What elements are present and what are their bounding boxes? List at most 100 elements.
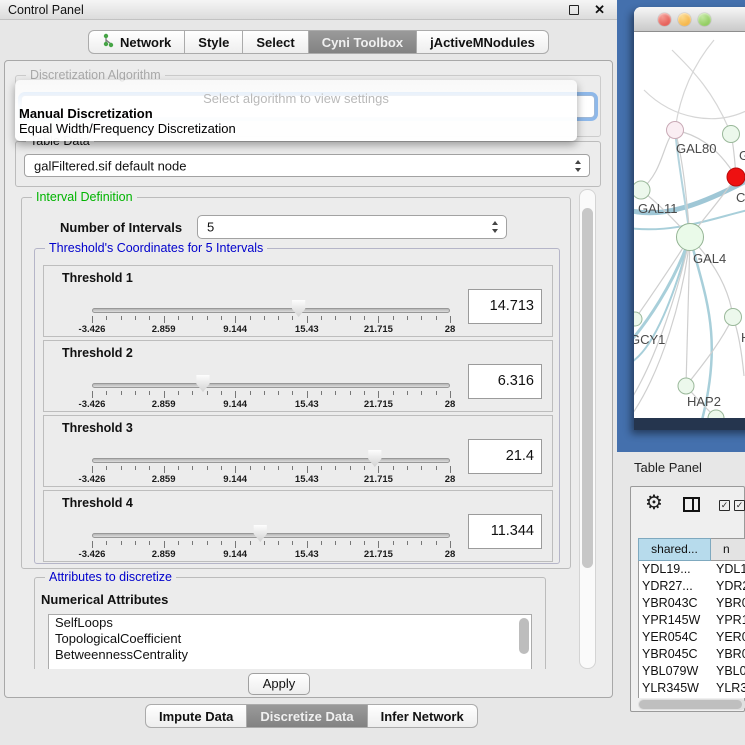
threshold-slider-track[interactable] [92,458,450,463]
table-row[interactable]: YDR27...YDR2 [639,578,745,595]
network-node[interactable] [727,168,745,186]
network-node[interactable] [677,224,704,251]
slider-tick-label: -3.426 [65,324,119,335]
attribute-item-betweennesscentrality[interactable]: BetweennessCentrality [49,647,531,663]
slider-tick [121,391,122,395]
tab-select[interactable]: Select [243,30,308,54]
select-all-checkbox-icon[interactable]: ✓ [719,500,730,511]
table-hscrollbar-thumb[interactable] [639,700,742,709]
float-window-icon[interactable] [569,5,579,15]
network-icon [102,33,115,51]
settings-vertical-scrollbar [579,189,596,669]
table-row[interactable]: YBR043CYBR0 [639,595,745,612]
threshold-slider-thumb[interactable] [367,450,382,467]
network-node[interactable] [725,309,742,326]
settings-scrollbar-thumb[interactable] [582,208,593,568]
tab-label: Impute Data [159,709,233,724]
slider-tick [207,541,208,545]
apply-button[interactable]: Apply [248,673,310,695]
close-icon[interactable]: ✕ [594,2,605,18]
slider-tick [164,541,165,548]
slider-tick [250,541,251,545]
table-row[interactable]: YBL079WYBL0 [639,663,745,680]
minimize-traffic-light-icon[interactable] [678,13,691,26]
slider-tick [335,316,336,320]
network-node[interactable] [667,122,684,139]
gear-icon[interactable]: ⚙ [645,493,663,513]
threshold-value-field[interactable]: 6.316 [468,364,542,399]
threshold-slider-thumb[interactable] [291,300,306,317]
table-row[interactable]: YBR045CYBR0 [639,646,745,663]
slider-tick [307,316,308,323]
number-of-intervals-combobox[interactable]: 5 [197,215,507,239]
threshold-slider-track[interactable] [92,308,450,313]
table-cell-shared-name: YBR043C [639,595,712,612]
attribute-item-selfloops[interactable]: SelfLoops [49,615,531,631]
slider-tick [393,391,394,395]
algorithm-option-equal-width-frequency-discretization[interactable]: Equal Width/Frequency Discretization [15,121,577,136]
slider-tick [92,391,93,398]
threshold-value-field[interactable]: 21.4 [468,439,542,474]
threshold-value-field[interactable]: 11.344 [468,514,542,549]
slider-tick [378,391,379,398]
slider-tick [292,541,293,545]
select-none-checkbox-icon[interactable]: ✓ [734,500,745,511]
algorithm-dropdown-popup: Select algorithm to view settings Manual… [15,80,577,141]
attribute-item-topologicalcoefficient[interactable]: TopologicalCoefficient [49,631,531,647]
slider-tick [407,466,408,470]
slider-tick [221,316,222,320]
network-node[interactable] [634,181,650,199]
tab-discretize-data[interactable]: Discretize Data [247,704,367,728]
slider-tick [135,316,136,320]
table-row[interactable]: YIL052CYIL0 [639,697,745,698]
right-side-area: GAL80GACGAL11GAL4GCY1HHAP2 Table Panel ⚙… [617,0,745,745]
network-node[interactable] [708,410,724,418]
table-row[interactable]: YLR345WYLR3 [639,680,745,697]
slider-tick [364,391,365,395]
table-cell-name: YDR2 [712,578,745,595]
table-data-combobox[interactable]: galFiltered.sif default node [24,154,590,177]
tab-label: Select [256,35,294,50]
slider-tick [393,316,394,320]
table-row[interactable]: YER054CYER0 [639,629,745,646]
tab-style[interactable]: Style [185,30,243,54]
threshold-slider-thumb[interactable] [195,375,210,392]
column-layout-icon[interactable] [683,497,700,512]
close-traffic-light-icon[interactable] [658,13,671,26]
algorithm-prompt: Select algorithm to view settings [15,91,577,106]
slider-tick [321,466,322,470]
slider-tick [407,391,408,395]
slider-tick [192,316,193,320]
slider-tick [393,541,394,545]
table-column-header-shared[interactable]: shared... [638,538,711,561]
table-row[interactable]: YPR145WYPR1 [639,612,745,629]
tab-network[interactable]: Network [88,30,185,54]
threshold-slider-thumb[interactable] [253,525,268,542]
tab-cyni-toolbox[interactable]: Cyni Toolbox [309,30,417,54]
tab-jactivemnodules[interactable]: jActiveMNodules [417,30,549,54]
table-cell-shared-name: YLR345W [639,680,712,697]
algorithm-option-manual-discretization[interactable]: Manual Discretization [15,106,577,121]
threshold-slider-track[interactable] [92,533,450,538]
settings-scroll-area: Interval Definition Number of Intervals … [13,189,598,669]
threshold-slider-track[interactable] [92,383,450,388]
number-of-intervals-label: Number of Intervals [60,220,182,235]
slider-tick [178,541,179,545]
slider-tick-label: 2.859 [137,474,191,485]
table-row[interactable]: YDL19...YDL1 [639,561,745,578]
top-tab-bar: NetworkStyle Select Cyni ToolboxjActiveMNo… [88,30,549,54]
slider-tick-label: 21.715 [351,474,405,485]
table-column-header-n[interactable]: n [711,538,745,561]
tab-infer-network[interactable]: Infer Network [368,704,478,728]
attributes-list-scrollbar-thumb[interactable] [519,618,529,654]
attributes-group: Attributes to discretize Numerical Attri… [34,577,546,669]
slider-tick-label: 15.43 [280,324,334,335]
threshold-value-field[interactable]: 14.713 [468,289,542,324]
zoom-traffic-light-icon[interactable] [698,13,711,26]
network-node[interactable] [723,126,740,143]
network-node[interactable] [678,378,694,394]
network-node[interactable] [634,312,642,326]
slider-tick [135,541,136,545]
tab-impute-data[interactable]: Impute Data [145,704,247,728]
network-canvas[interactable]: GAL80GACGAL11GAL4GCY1HHAP2 [634,32,745,418]
